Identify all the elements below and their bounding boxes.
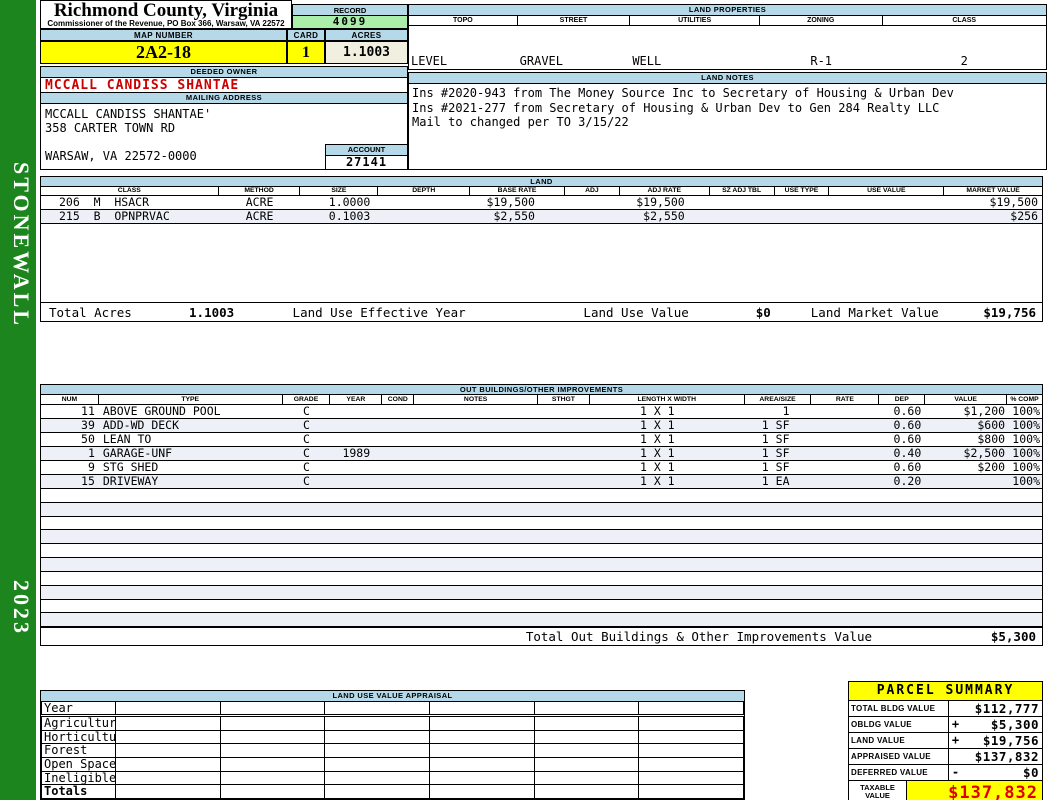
acres-value: 1.1003 [325, 41, 408, 64]
out-building-row: 11 ABOVE GROUND POOL C 1 X 1 1 0.60 $1,2… [41, 405, 1042, 419]
deeded-owner-name: MCCALL CANDISS SHANTAE [41, 78, 407, 93]
summary-row-deferred: DEFERRED VALUE - $0 [849, 765, 1042, 781]
land-row: 215 B OPNPRVAC ACRE 0.1003 $2,550 $2,550… [41, 210, 1042, 224]
appraisal-row-ineligible: Ineligible [41, 771, 745, 786]
parcel-summary: PARCEL SUMMARY TOTAL BLDG VALUE $112,777… [848, 681, 1043, 800]
land-totals-row: Total Acres 1.1003 Land Use Effective Ye… [41, 302, 1042, 321]
out-buildings-empty-row [41, 572, 1042, 586]
left-green-band [0, 0, 36, 800]
district-label: STONEWALL [9, 162, 34, 328]
parcel-summary-title: PARCEL SUMMARY [849, 682, 1042, 701]
summary-row-taxable: TAXABLE VALUE $137,832 [849, 781, 1042, 800]
land-properties-column-headers: TOPO STREET UTILITIES ZONING CLASS [409, 16, 1046, 26]
county-header: Richmond County, Virginia Commissioner o… [40, 0, 292, 29]
summary-row-total-bldg: TOTAL BLDG VALUE $112,777 [849, 701, 1042, 717]
account-box: ACCOUNT 27141 [325, 144, 408, 170]
acres-header: ACRES [325, 29, 408, 41]
mailing-address-header: MAILING ADDRESS [41, 93, 407, 104]
land-table-empty-area [41, 224, 1042, 302]
land-row: 206 M HSACR ACRE 1.0000 $19,500 $19,500 … [41, 196, 1042, 210]
land-notes-title: LAND NOTES [409, 73, 1046, 84]
appraisal-row-year: Year [41, 702, 745, 715]
out-building-row: 9 STG SHED C 1 X 1 1 SF 0.60 $200 100% [41, 461, 1042, 475]
out-buildings-total-label: Total Out Buildings & Other Improvements… [525, 629, 872, 645]
account-number: 27141 [345, 155, 388, 169]
total-acres-label: Total Acres [49, 304, 132, 320]
card-header: CARD [287, 29, 325, 41]
col-topo: TOPO [409, 16, 518, 25]
out-building-row: 39 ADD-WD DECK C 1 X 1 1 SF 0.60 $600 10… [41, 419, 1042, 433]
land-notes-section: LAND NOTES Ins #2020-943 from The Money … [408, 72, 1047, 170]
land-use-value: $0 [755, 304, 771, 320]
land-column-headers: CLASS METHOD SIZE DEPTH BASE RATE ADJ AD… [41, 187, 1042, 196]
col-utilities: UTILITIES [630, 16, 760, 25]
taxable-value-label: TAXABLE VALUE [849, 781, 907, 800]
out-buildings-total-row: Total Out Buildings & Other Improvements… [41, 627, 1042, 645]
appraisal-row-agriculture: Agriculture [41, 716, 745, 731]
record-number: 4099 [293, 16, 407, 28]
land-properties-section: LAND PROPERTIES TOPO STREET UTILITIES ZO… [408, 4, 1047, 152]
out-buildings-empty-row [41, 600, 1042, 614]
col-class: CLASS [952, 17, 977, 24]
card-value: 1 [287, 41, 325, 64]
land-table-title: LAND [41, 177, 1042, 187]
land-table: LAND CLASS METHOD SIZE DEPTH BASE RATE A… [40, 176, 1043, 322]
col-street: STREET [518, 16, 631, 25]
total-acres-value: 1.1003 [189, 304, 235, 320]
out-buildings-empty-row [41, 530, 1042, 545]
map-number-header: MAP NUMBER [40, 29, 287, 41]
out-building-row: 15 DRIVEWAY C 1 X 1 1 EA 0.20 100% [41, 475, 1042, 489]
out-buildings-title: OUT BUILDINGS/OTHER IMPROVEMENTS [41, 385, 1042, 395]
out-buildings-empty-row [41, 585, 1042, 600]
land-use-effective-year-label: Land Use Effective Year [292, 304, 466, 320]
out-buildings-empty-row [41, 558, 1042, 572]
appraisal-row-totals: Totals [41, 785, 745, 799]
land-market-value-label: Land Market Value [810, 304, 939, 320]
land-notes-text: Ins #2020-943 from The Money Source Inc … [412, 86, 954, 129]
summary-row-appraised: APPRAISED VALUE $137,832 [849, 749, 1042, 765]
appraisal-row-forest: Forest [41, 744, 745, 758]
out-buildings-empty-row [41, 613, 1042, 628]
out-building-row: 50 LEAN TO C 1 X 1 1 SF 0.60 $800 100% [41, 433, 1042, 447]
col-zoning: ZONING [760, 16, 883, 25]
map-number-value: 2A2-18 [40, 41, 287, 64]
out-buildings-total-value: $5,300 [990, 629, 1036, 645]
land-use-appraisal-title: LAND USE VALUE APPRAISAL [41, 691, 744, 702]
out-buildings-empty-row [41, 502, 1042, 517]
appraisal-row-horticulture: Horticulture [41, 730, 745, 745]
out-buildings-empty-row [41, 489, 1042, 503]
out-building-row: 1 GARAGE-UNF C 1989 1 X 1 1 SF 0.40 $2,5… [41, 447, 1042, 461]
out-buildings-empty-row [41, 517, 1042, 531]
summary-row-land: LAND VALUE + $19,756 [849, 733, 1042, 749]
land-properties-title: LAND PROPERTIES [409, 5, 1046, 16]
tax-year-label: 2023 [9, 580, 34, 636]
land-market-value: $19,756 [983, 304, 1036, 320]
appraisal-row-open-space: Open Space [41, 757, 745, 772]
out-buildings-column-headers: NUM TYPE GRADE YEAR COND NOTES STHGT LEN… [41, 395, 1042, 405]
land-use-value-label: Land Use Value [583, 304, 689, 320]
commissioner-line: Commissioner of the Revenue, PO Box 366,… [47, 19, 285, 28]
county-title: Richmond County, Virginia [53, 0, 279, 21]
summary-row-obldg: OBLDG VALUE + $5,300 [849, 717, 1042, 733]
out-buildings-table: OUT BUILDINGS/OTHER IMPROVEMENTS NUM TYP… [40, 384, 1043, 646]
out-buildings-empty-row [41, 544, 1042, 559]
record-box: RECORD 4099 [292, 4, 408, 29]
taxable-value: $137,832 [907, 781, 1042, 800]
deeded-owner-header: DEEDED OWNER [41, 67, 407, 78]
property-record-card: STONEWALL 2023 Richmond County, Virginia… [0, 0, 1050, 800]
land-use-appraisal-table: LAND USE VALUE APPRAISAL Year Agricultur… [40, 690, 745, 800]
